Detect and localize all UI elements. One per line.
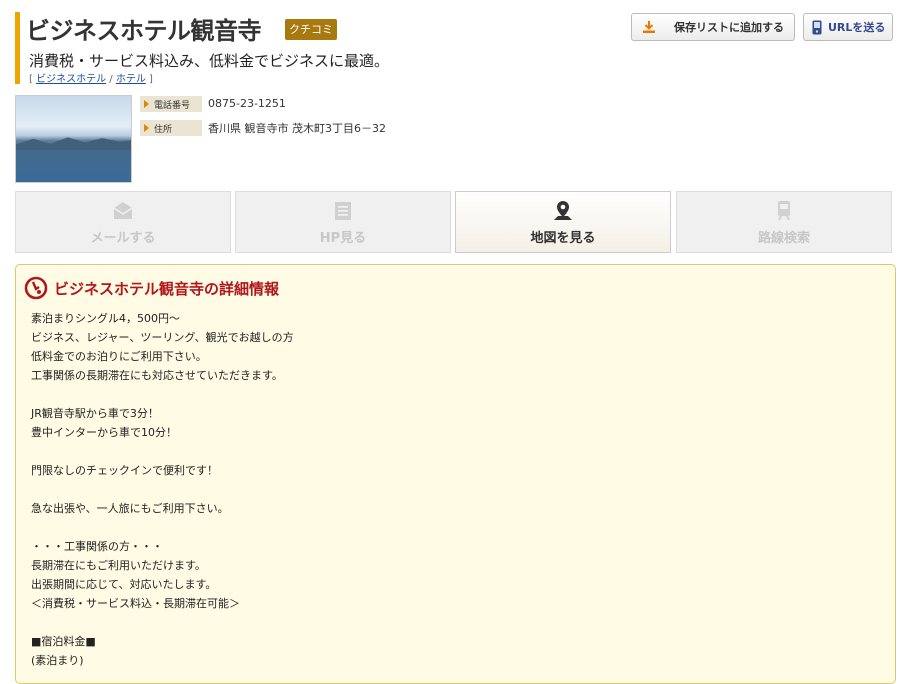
detail-line: 門限なしのチェックインで便利です！ (31, 464, 218, 477)
mail-icon (113, 201, 133, 219)
detail-line: ビジネス、レジャー、ツーリング、観光でお越しの方 (31, 331, 294, 344)
address-value: 香川県 観音寺市 茂木町3丁目6－32 (208, 122, 386, 135)
breadcrumb-link-business-hotel[interactable]: ビジネスホテル (36, 74, 106, 85)
detail-line: 低料金でのお泊りにご利用下さい。 (31, 350, 207, 363)
mobile-phone-icon (812, 20, 822, 35)
breadcrumb-link-hotel[interactable]: ホテル (116, 74, 146, 85)
route-search-button-label: 路線検索 (757, 230, 810, 246)
detail-title: ビジネスホテル観音寺の詳細情報 (24, 276, 279, 300)
homepage-button[interactable]: HP見る (235, 191, 451, 253)
detail-line (31, 613, 294, 632)
send-url-button[interactable]: URLを送る (803, 13, 893, 41)
mail-button-label: メールする (90, 230, 156, 246)
breadcrumb-open: [ (29, 74, 33, 85)
detail-line: 出張期間に応じて、対応いたします。 (31, 578, 217, 591)
detail-line: (素泊まり) (31, 654, 84, 667)
phone-label-text: 電話番号 (154, 100, 191, 111)
detail-line: 豊中インターから車で10分！ (31, 426, 177, 439)
route-search-button[interactable]: 路線検索 (676, 191, 892, 253)
homepage-button-label: HP見る (319, 230, 367, 246)
address-label: 住所 (140, 120, 202, 136)
detail-line: ■宿泊料金■ (31, 635, 96, 648)
detail-line (31, 480, 294, 499)
map-button[interactable]: 地図を見る (455, 191, 671, 253)
address-label-text: 住所 (154, 124, 173, 135)
save-to-list-button[interactable]: 保存リストに追加する (631, 13, 795, 41)
detail-line (31, 385, 294, 404)
webpage-icon (335, 201, 351, 220)
triangle-icon (144, 124, 149, 132)
photo-hills (16, 137, 131, 150)
train-icon (778, 200, 790, 220)
detail-line: 素泊まりシングル4，500円～ (31, 312, 180, 325)
save-to-list-label: 保存リストに追加する (674, 21, 784, 34)
phone-label: 電話番号 (140, 96, 202, 112)
page-subtitle: 消費税・サービス料込み、低料金でビジネスに最適。 (29, 52, 390, 70)
detail-line: 工事関係の長期滞在にも対応させていただきます。 (31, 369, 283, 382)
hotel-photo[interactable] (15, 95, 132, 183)
kuchikomi-badge[interactable]: クチコミ (285, 19, 337, 40)
detail-line: ・・・工事関係の方・・・ (31, 540, 163, 553)
detail-line: 長期滞在にもご利用いただけます。 (31, 559, 206, 572)
triangle-icon (144, 100, 149, 108)
detail-line: JR観音寺駅から車で3分！ (31, 407, 159, 420)
brand-logo-icon (24, 276, 48, 300)
map-button-label: 地図を見る (530, 230, 596, 246)
header-accent-bar (15, 12, 20, 84)
breadcrumb-close: ] (149, 74, 153, 85)
detail-line: ＜消費税・サービス料込・長期滞在可能＞ (31, 597, 240, 610)
detail-line: 急な出張や、一人旅にもご利用下さい。 (31, 502, 229, 515)
breadcrumb: [ ビジネスホテル / ホテル ] (29, 70, 153, 85)
detail-line (31, 518, 294, 537)
send-url-label: URLを送る (828, 21, 886, 34)
detail-title-text: ビジネスホテル観音寺の詳細情報 (54, 279, 280, 298)
detail-description: 素泊まりシングル4，500円～ ビジネス、レジャー、ツーリング、観光でお越しの方… (31, 309, 294, 670)
download-icon (642, 20, 656, 34)
mail-button[interactable]: メールする (15, 191, 231, 253)
detail-line (31, 442, 294, 461)
breadcrumb-separator: / (109, 74, 113, 85)
map-pin-icon (554, 200, 572, 220)
phone-number: 0875-23-1251 (208, 97, 286, 110)
page-title: ビジネスホテル観音寺 (26, 17, 262, 45)
